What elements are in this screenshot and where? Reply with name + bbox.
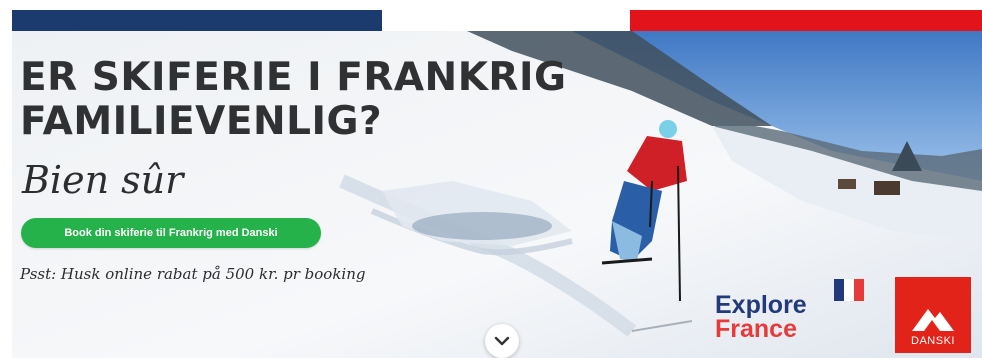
french-flag-icon xyxy=(834,279,864,301)
flag-stripe-white xyxy=(382,10,630,31)
mini-flag-white xyxy=(844,279,854,301)
scroll-down-button[interactable] xyxy=(485,324,519,358)
flag-stripe-red xyxy=(630,10,982,31)
ad-banner[interactable]: ER SKIFERIE I FRANKRIG FAMILIEVENLIG? Bi… xyxy=(0,0,982,358)
explore-france-logo: Explore France xyxy=(715,291,807,343)
danski-logo: DANSKI xyxy=(895,277,971,353)
script-tagline: Bien sûr xyxy=(22,158,184,202)
flag-stripe-blue xyxy=(12,10,382,31)
mini-flag-red xyxy=(854,279,864,301)
discount-note: Psst: Husk online rabat på 500 kr. pr bo… xyxy=(20,265,366,283)
mountain-icon xyxy=(912,309,954,331)
mini-flag-blue xyxy=(834,279,844,301)
danski-logo-text: DANSKI xyxy=(911,335,955,347)
french-flag-stripe xyxy=(12,10,982,31)
headline-line-1: ER SKIFERIE I FRANKRIG xyxy=(20,55,567,100)
headline: ER SKIFERIE I FRANKRIG FAMILIEVENLIG? xyxy=(20,56,566,144)
explore-logo-line-1: Explore xyxy=(715,291,807,319)
chevron-down-icon xyxy=(494,336,510,346)
explore-logo-line-2: France xyxy=(715,315,797,343)
headline-line-2: FAMILIEVENLIG? xyxy=(20,99,383,144)
book-ski-holiday-button[interactable]: Book din skiferie til Frankrig med Dansk… xyxy=(21,218,321,248)
